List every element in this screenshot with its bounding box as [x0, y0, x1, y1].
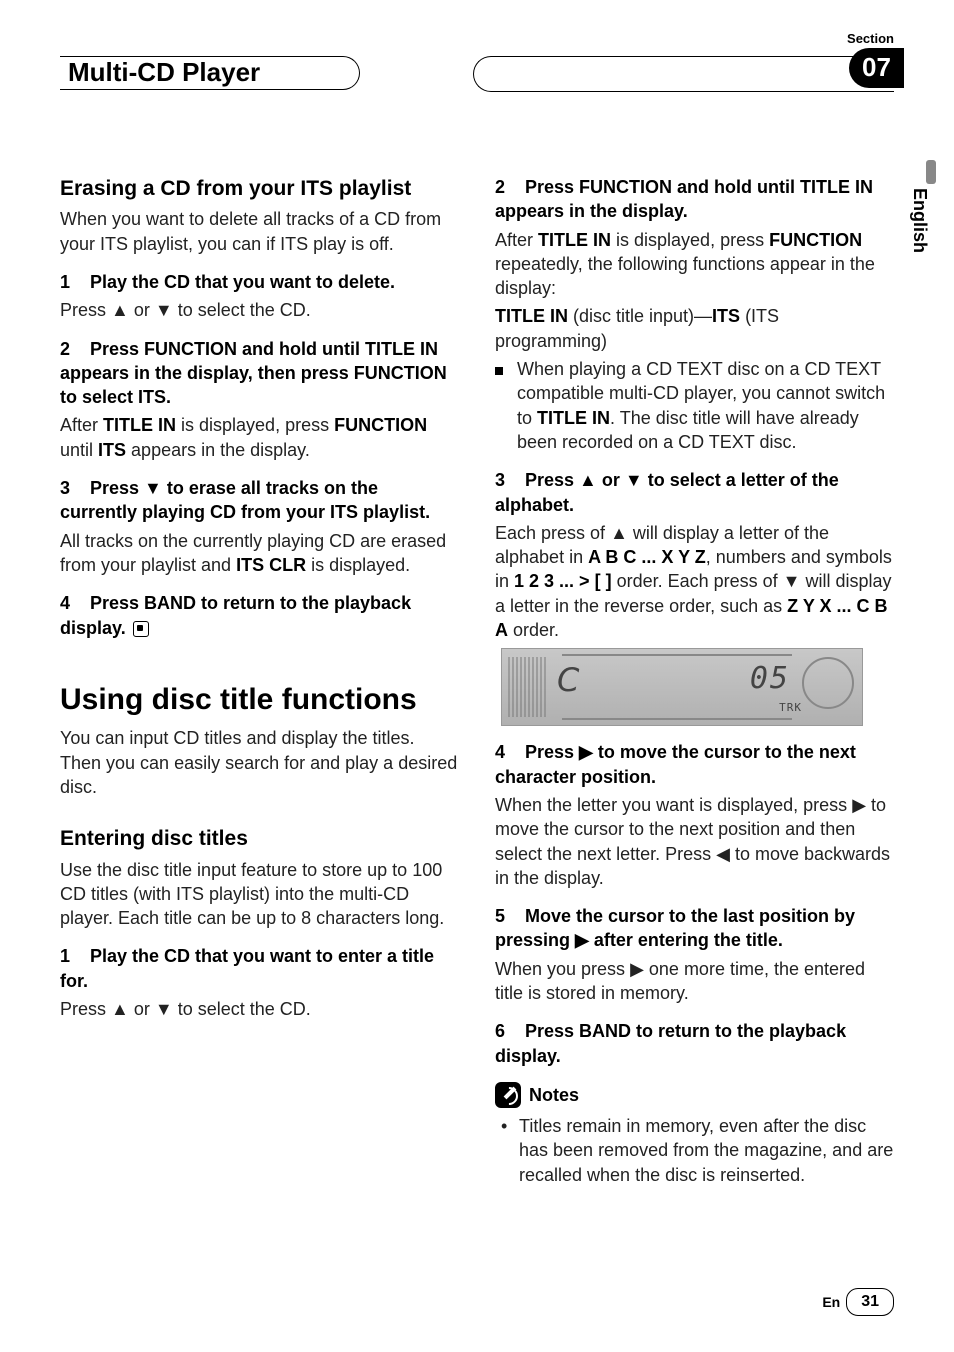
page-header: Multi-CD Player Section 07 — [60, 30, 894, 95]
left-step-2: 2Press FUNCTION and hold until TITLE IN … — [60, 337, 459, 410]
display-trk-label: TRK — [779, 701, 802, 716]
bullet-icon — [495, 357, 517, 468]
left-icon: ◀ — [716, 844, 730, 864]
left-step-1-body: Press ▲ or ▼ to select the CD. — [60, 298, 459, 322]
bullet-dot-icon: • — [501, 1114, 507, 1138]
right-step-2: 2Press FUNCTION and hold until TITLE IN … — [495, 175, 894, 224]
left-column: Erasing a CD from your ITS playlist When… — [60, 175, 459, 1201]
left-step-3-body: All tracks on the currently playing CD a… — [60, 529, 459, 578]
heading-erasing: Erasing a CD from your ITS playlist — [60, 175, 459, 203]
right-step-5: 5Move the cursor to the last position by… — [495, 904, 894, 953]
left-step-b1: 1Play the CD that you want to enter a ti… — [60, 944, 459, 993]
end-section-icon — [133, 621, 149, 637]
right-step-2-body-a: After TITLE IN is displayed, press FUNCT… — [495, 228, 894, 301]
header-title-frame: Multi-CD Player — [60, 56, 360, 90]
heading-disc-title-functions: Using disc title functions — [60, 680, 459, 721]
down-icon: ▼ — [144, 478, 162, 498]
note-item: • Titles remain in memory, even after th… — [519, 1114, 894, 1187]
right-icon: ▶ — [579, 742, 593, 762]
up-icon: ▲ — [111, 300, 129, 320]
heading-entering-disc-titles: Entering disc titles — [60, 825, 459, 853]
right-step-6: 6Press BAND to return to the playback di… — [495, 1019, 894, 1068]
right-column: 2Press FUNCTION and hold until TITLE IN … — [495, 175, 894, 1201]
down-icon: ▼ — [155, 300, 173, 320]
right-step-2-body-b: TITLE IN (disc title input)—ITS (ITS pro… — [495, 304, 894, 353]
display-char: 𝘊 — [557, 659, 579, 702]
section-label: Section — [847, 30, 894, 48]
right-step-4: 4Press ▶ to move the cursor to the next … — [495, 740, 894, 789]
left-step-1: 1Play the CD that you want to delete. — [60, 270, 459, 294]
header-right-frame — [473, 56, 894, 92]
disc-title-intro: You can input CD titles and display the … — [60, 726, 459, 799]
section-number-badge: 07 — [849, 48, 904, 88]
notes-header: Notes — [495, 1082, 894, 1108]
left-step-b1-body: Press ▲ or ▼ to select the CD. — [60, 997, 459, 1021]
footer-page-number: 31 — [846, 1288, 894, 1316]
display-dial-icon — [802, 657, 854, 709]
display-track-number: 05 — [750, 659, 790, 700]
content-columns: Erasing a CD from your ITS playlist When… — [60, 175, 894, 1201]
right-icon: ▶ — [852, 795, 866, 815]
right-step-4-body: When the letter you want is displayed, p… — [495, 793, 894, 890]
left-step-3: 3Press ▼ to erase all tracks on the curr… — [60, 476, 459, 525]
entering-intro: Use the disc title input feature to stor… — [60, 858, 459, 931]
right-icon: ▶ — [575, 930, 589, 950]
up-icon: ▲ — [610, 523, 628, 543]
right-step-2-note: When playing a CD TEXT disc on a CD TEXT… — [495, 357, 894, 468]
up-icon: ▲ — [579, 470, 597, 490]
language-tab-indicator — [926, 160, 936, 184]
page-footer: En 31 — [822, 1288, 894, 1316]
left-step-4: 4Press BAND to return to the playback di… — [60, 591, 459, 640]
down-icon: ▼ — [155, 999, 173, 1019]
right-step-3-body: Each press of ▲ will display a letter of… — [495, 521, 894, 642]
display-eq-bars-icon — [508, 657, 548, 717]
up-icon: ▲ — [111, 999, 129, 1019]
lcd-display-illustration: 𝘊 05 TRK — [501, 648, 863, 726]
down-icon: ▼ — [783, 571, 801, 591]
footer-lang: En — [822, 1293, 840, 1312]
left-step-2-body: After TITLE IN is displayed, press FUNCT… — [60, 413, 459, 462]
right-step-5-body: When you press ▶ one more time, the ente… — [495, 957, 894, 1006]
notes-title: Notes — [529, 1083, 579, 1107]
notes-list: • Titles remain in memory, even after th… — [495, 1114, 894, 1187]
erasing-intro: When you want to delete all tracks of a … — [60, 207, 459, 256]
header-title: Multi-CD Player — [68, 55, 260, 90]
notes-pencil-icon — [495, 1082, 521, 1108]
right-step-3: 3Press ▲ or ▼ to select a letter of the … — [495, 468, 894, 517]
right-icon: ▶ — [630, 959, 644, 979]
page: Multi-CD Player Section 07 English Erasi… — [0, 0, 954, 1352]
down-icon: ▼ — [625, 470, 643, 490]
language-tab: English — [908, 188, 932, 253]
